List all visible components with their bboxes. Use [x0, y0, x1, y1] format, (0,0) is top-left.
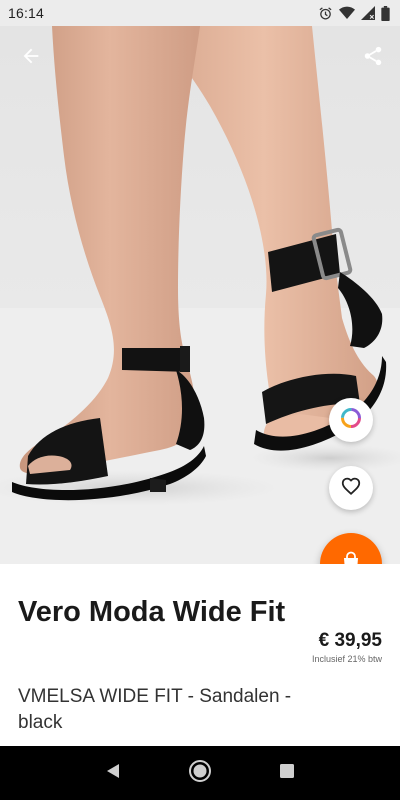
status-bar: 16:14	[0, 0, 400, 26]
status-time: 16:14	[8, 5, 45, 21]
signal-icon	[361, 6, 375, 20]
nav-back-icon	[104, 762, 122, 785]
share-button[interactable]	[353, 38, 393, 78]
status-icons	[318, 5, 390, 21]
share-icon	[362, 45, 384, 72]
color-picker-button[interactable]	[329, 398, 373, 442]
nav-home-button[interactable]	[180, 753, 220, 793]
alarm-icon	[318, 6, 333, 21]
battery-icon	[381, 5, 390, 21]
vat-note: Inclusief 21% btw	[311, 654, 382, 664]
arrow-left-icon	[20, 45, 42, 72]
navigation-bar	[0, 746, 400, 800]
heart-outline-icon	[340, 475, 362, 502]
product-info: Vero Moda Wide Fit € 39,95 Inclusief 21%…	[0, 564, 400, 746]
product-name: VMELSA WIDE FIT - Sandalen - black	[18, 686, 292, 733]
price: € 39,95	[318, 630, 382, 651]
color-ring-icon	[339, 406, 363, 435]
nav-back-button[interactable]	[93, 753, 133, 793]
brand-name[interactable]: Vero Moda Wide Fit	[18, 594, 288, 630]
back-button[interactable]	[11, 38, 51, 78]
wifi-icon	[339, 6, 355, 20]
nav-home-icon	[188, 759, 212, 788]
nav-recents-icon	[279, 763, 295, 784]
wishlist-button[interactable]	[329, 466, 373, 510]
nav-recents-button[interactable]	[267, 753, 307, 793]
